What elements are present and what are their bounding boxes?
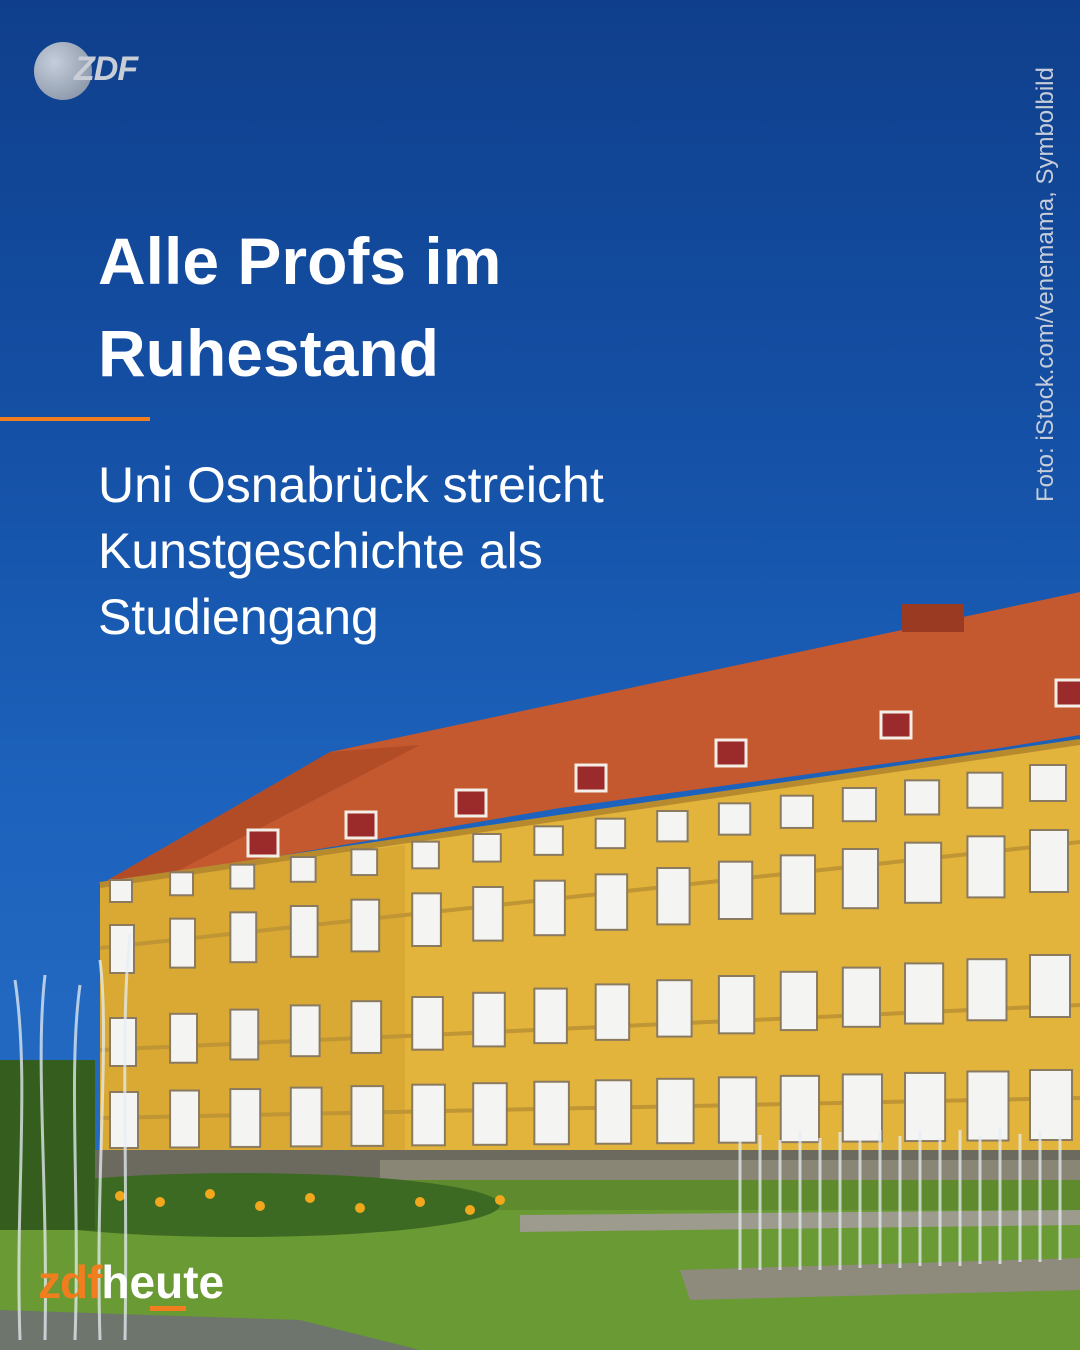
roof-dormer (714, 738, 748, 768)
castle-window (350, 898, 381, 953)
roof-dormer (454, 788, 488, 818)
castle-window (904, 841, 943, 904)
castle-window (656, 867, 691, 926)
castle-window (169, 1012, 199, 1064)
castle-window (109, 1017, 137, 1067)
castle-window (289, 1086, 323, 1148)
castle-window (472, 886, 504, 942)
castle-window (411, 840, 440, 870)
castle-window (289, 905, 319, 958)
castle-window (472, 833, 502, 863)
castle-window (533, 879, 566, 937)
castle-window (109, 879, 133, 903)
headline: Alle Profs im Ruhestand (98, 215, 898, 399)
castle-window (594, 817, 627, 850)
castle-window (1029, 829, 1069, 893)
castle-window (350, 848, 379, 877)
roof-dormer (879, 710, 913, 740)
castle-window (717, 975, 756, 1035)
subline: Uni Osnabrück streicht Kunstgeschichte a… (98, 452, 918, 650)
brand-heute: heute (101, 1256, 225, 1308)
castle-window (841, 966, 881, 1028)
castle-window (841, 1073, 883, 1143)
castle-window (1029, 1069, 1073, 1141)
castle-window (966, 958, 1008, 1022)
roof-dormer (1054, 678, 1080, 708)
castle-window (472, 991, 506, 1048)
subline-line-3: Studiengang (98, 589, 379, 645)
brand-zdf: zdf (38, 1256, 102, 1308)
castle-window (533, 1080, 570, 1146)
castle-window (966, 1070, 1010, 1142)
subline-line-2: Kunstgeschichte als (98, 523, 543, 579)
photo-credit-wrap: Foto: iStock.com/venemama, Symbolbild (1032, 40, 1066, 530)
post-card: ZDF Foto: iStock.com/venemama, Symbolbil… (0, 0, 1080, 1350)
castle-window (717, 1076, 758, 1144)
castle-window (472, 1082, 508, 1146)
castle-window (169, 1089, 201, 1149)
headline-line-2: Ruhestand (98, 316, 440, 390)
castle-window (904, 779, 941, 816)
castle-window (350, 1000, 383, 1054)
zdfheute-logo: zdfheute (38, 1256, 224, 1316)
castle-window (229, 1088, 262, 1148)
castle-window (229, 911, 258, 964)
castle-window (533, 987, 568, 1045)
castle-window (289, 856, 317, 883)
roof-dormer (344, 810, 378, 840)
castle-window (1029, 954, 1071, 1018)
castle-window (411, 892, 442, 947)
castle-window (169, 917, 197, 969)
castle-window (966, 771, 1004, 809)
castle-window (841, 848, 879, 910)
castle-window (656, 1077, 695, 1145)
headline-line-1: Alle Profs im (98, 224, 502, 298)
zdf-logo-text: ZDF (74, 50, 138, 88)
castle-window (656, 979, 693, 1038)
castle-window (1029, 764, 1067, 802)
castle-window (717, 860, 754, 921)
castle-window (656, 810, 689, 843)
castle-window (411, 1083, 446, 1147)
roof-dormer (246, 828, 280, 858)
roof-dormer (574, 763, 608, 793)
castle-window (841, 787, 877, 823)
castle-window (779, 970, 819, 1032)
castle-window (904, 962, 945, 1025)
castle-window (229, 863, 256, 890)
castle-window (109, 924, 135, 974)
subline-line-1: Uni Osnabrück streicht (98, 457, 604, 513)
castle-window (717, 802, 752, 836)
castle-window (289, 1004, 321, 1058)
castle-window (350, 1085, 385, 1147)
castle-window (533, 825, 564, 856)
castle-window (594, 873, 629, 931)
castle-photo (0, 592, 1080, 1350)
accent-rule (0, 417, 150, 421)
castle-window (779, 854, 817, 915)
castle-window (594, 983, 631, 1041)
photo-credit: Foto: iStock.com/venemama, Symbolbild (1032, 67, 1059, 502)
zdf-logo: ZDF (34, 42, 144, 100)
castle-window (594, 1079, 633, 1145)
castle-window (904, 1071, 947, 1143)
castle-window (779, 794, 815, 829)
castle-window (229, 1008, 260, 1061)
castle-window (966, 835, 1006, 899)
castle-window (411, 996, 444, 1051)
castle-window (169, 871, 195, 897)
brand-underline (150, 1306, 186, 1311)
